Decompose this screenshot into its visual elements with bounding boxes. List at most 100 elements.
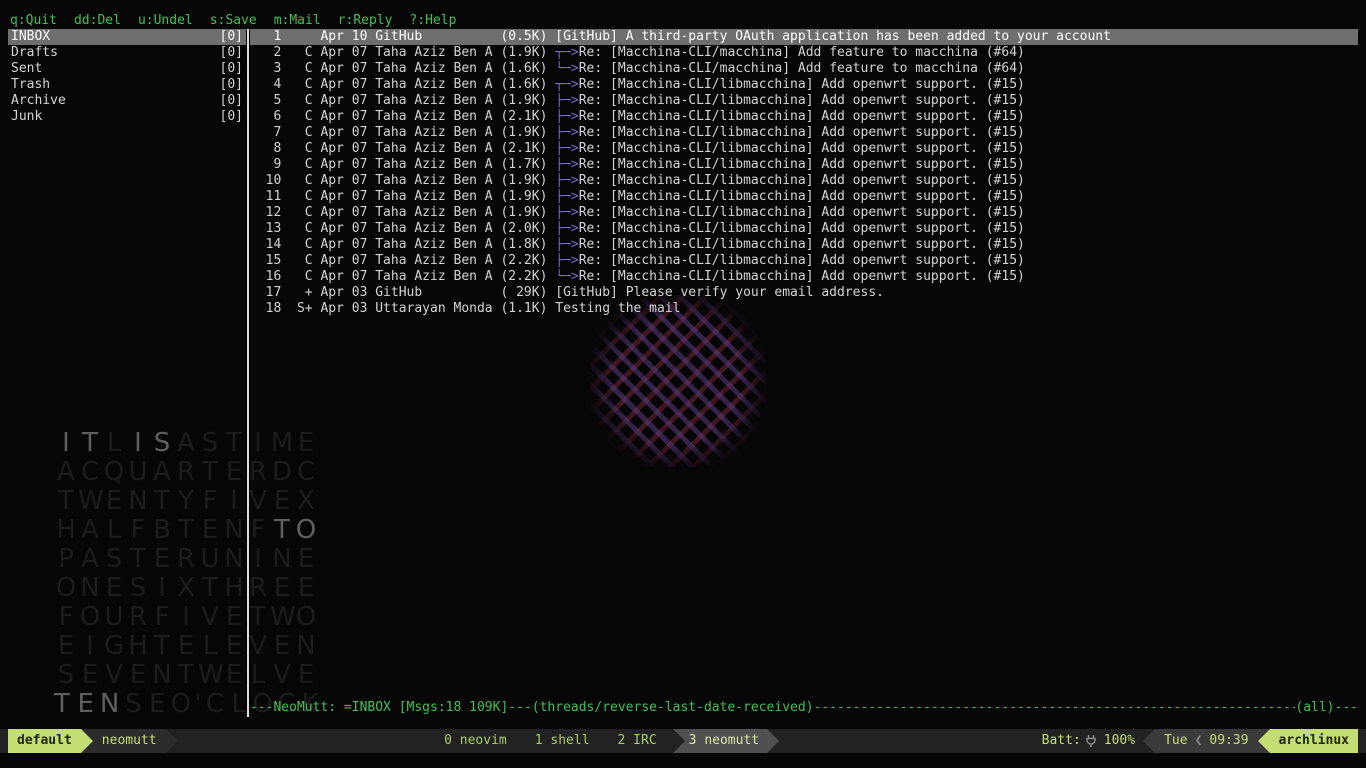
powerline-arrow (81, 729, 93, 753)
mailbox-label: Sent (11, 61, 42, 77)
mail-row[interactable]: 12 C Apr 07 Taha Aziz Ben A (1.9K) ├─>Re… (250, 205, 1358, 221)
mail-row[interactable]: 3 C Apr 07 Taha Aziz Ben A (1.6K) └─>Re:… (250, 61, 1358, 77)
sidebar-item-mailbox[interactable]: INBOX[0] (8, 29, 246, 45)
sidebar-divider (247, 29, 249, 717)
powerline-arrow (1258, 729, 1270, 753)
mail-row[interactable]: 5 C Apr 07 Taha Aziz Ben A (1.9K) ├─>Re:… (250, 93, 1358, 109)
thread-arrow: ├─> (555, 157, 578, 172)
sidebar-item-mailbox[interactable]: Junk[0] (8, 109, 246, 125)
mail-row[interactable]: 14 C Apr 07 Taha Aziz Ben A (1.8K) ├─>Re… (250, 237, 1358, 253)
menubar-hint: r:Reply (338, 13, 393, 29)
tmux-window-list: 0 neovim 1 shell 2 IRC 3 neomutt (178, 729, 1034, 753)
mail-subject: Re: [Macchina-CLI/libmacchina] Add openw… (579, 173, 1025, 188)
chevron-left-icon: ❮ (1195, 729, 1203, 753)
mail-row[interactable]: 6 C Apr 07 Taha Aziz Ben A (2.1K) ├─>Re:… (250, 109, 1358, 125)
menubar-hint: dd:Del (74, 13, 121, 29)
window-tab[interactable]: 0 neovim (440, 729, 511, 753)
mailbox-count: [0] (220, 93, 243, 109)
mailbox-label: INBOX (11, 29, 50, 45)
mail-row[interactable]: 4 C Apr 07 Taha Aziz Ben A (1.6K) ┬─>Re:… (250, 77, 1358, 93)
mail-row[interactable]: 17 + Apr 03 GitHub ( 29K) [GitHub] Pleas… (250, 285, 1358, 301)
mailbox-count: [0] (220, 77, 243, 93)
mail-row-meta: 3 C Apr 07 Taha Aziz Ben A (1.6K) (250, 61, 555, 76)
mail-row[interactable]: 11 C Apr 07 Taha Aziz Ben A (1.9K) ├─>Re… (250, 189, 1358, 205)
mail-row[interactable]: 10 C Apr 07 Taha Aziz Ben A (1.9K) ├─>Re… (250, 173, 1358, 189)
datetime-segment: Tue❮09:39 (1155, 729, 1257, 753)
thread-arrow: └─> (555, 61, 578, 76)
mail-subject: Re: [Macchina-CLI/libmacchina] Add openw… (579, 141, 1025, 156)
mail-subject: Re: [Macchina-CLI/libmacchina] Add openw… (579, 109, 1025, 124)
powerline-arrow (673, 729, 685, 753)
tmux-right-zone: Batt:100% Tue❮09:39 archlinux (1034, 729, 1358, 753)
mail-row-meta: 5 C Apr 07 Taha Aziz Ben A (1.9K) (250, 93, 555, 108)
battery-plug-icon (1085, 734, 1097, 748)
mail-row-meta: 2 C Apr 07 Taha Aziz Ben A (1.9K) (250, 45, 555, 60)
mail-row[interactable]: 15 C Apr 07 Taha Aziz Ben A (2.2K) ├─>Re… (250, 253, 1358, 269)
tmux-statusbar: default neomutt 0 neovim1 shell2 IRC3 ne… (0, 729, 1366, 753)
mail-row[interactable]: 9 C Apr 07 Taha Aziz Ben A (1.7K) ├─>Re:… (250, 157, 1358, 173)
menubar-hint: q:Quit (10, 13, 57, 29)
mail-row[interactable]: 2 C Apr 07 Taha Aziz Ben A (1.9K) ┬─>Re:… (250, 45, 1358, 61)
neomutt-statusline: ---NeoMutt: =INBOX [Msgs:18 109K]---(thr… (250, 700, 1358, 716)
window-tab[interactable]: 2 IRC (614, 729, 661, 753)
mail-subject: Re: [Macchina-CLI/libmacchina] Add openw… (579, 93, 1025, 108)
mail-subject: [GitHub] Please verify your email addres… (555, 285, 884, 300)
window-tab[interactable]: 1 shell (531, 729, 594, 753)
mail-subject: Re: [Macchina-CLI/libmacchina] Add openw… (579, 221, 1025, 236)
mailbox-sidebar: INBOX[0]Drafts[0]Sent[0]Trash[0]Archive[… (8, 29, 246, 125)
sidebar-item-mailbox[interactable]: Sent [0] (8, 61, 246, 77)
thread-arrow: └─> (555, 269, 578, 284)
window-tab-label: 2 IRC (614, 729, 661, 753)
thread-arrow: ├─> (555, 173, 578, 188)
thread-arrow: ├─> (555, 125, 578, 140)
mail-subject: Re: [Macchina-CLI/libmacchina] Add openw… (579, 205, 1025, 220)
mail-row[interactable]: 18 S+ Apr 03 Uttarayan Monda (1.1K) Test… (250, 301, 1358, 317)
mail-row-meta: 7 C Apr 07 Taha Aziz Ben A (1.9K) (250, 125, 555, 140)
thread-arrow: ├─> (555, 189, 578, 204)
session-badge[interactable]: default (8, 729, 81, 753)
window-tab-label: 0 neovim (440, 729, 511, 753)
mail-subject: Re: [Macchina-CLI/libmacchina] Add openw… (579, 77, 1025, 92)
neomutt-menubar: q:Quitdd:Delu:Undels:Savem:Mailr:Reply?:… (10, 13, 473, 29)
hostname-badge: archlinux (1270, 729, 1358, 753)
mailbox-count: [0] (220, 61, 243, 77)
sidebar-item-mailbox[interactable]: Archive[0] (8, 93, 246, 109)
mail-row-meta: 13 C Apr 07 Taha Aziz Ben A (2.0K) (250, 221, 555, 236)
battery-status: Batt:100% (1034, 729, 1143, 753)
mail-subject: Re: [Macchina-CLI/libmacchina] Add openw… (579, 269, 1025, 284)
mail-row-meta: 16 C Apr 07 Taha Aziz Ben A (2.2K) (250, 269, 555, 284)
powerline-arrow (166, 729, 178, 753)
mail-row-meta: 14 C Apr 07 Taha Aziz Ben A (1.8K) (250, 237, 555, 252)
mail-row[interactable]: 7 C Apr 07 Taha Aziz Ben A (1.9K) ├─>Re:… (250, 125, 1358, 141)
mail-subject: Testing the mail (555, 301, 680, 316)
thread-arrow: ├─> (555, 237, 578, 252)
mail-row-meta: 8 C Apr 07 Taha Aziz Ben A (2.1K) (250, 141, 555, 156)
mailbox-label: Drafts (11, 45, 58, 61)
mail-row[interactable]: 16 C Apr 07 Taha Aziz Ben A (2.2K) └─>Re… (250, 269, 1358, 285)
mail-subject: Re: [Macchina-CLI/libmacchina] Add openw… (579, 253, 1025, 268)
screen: ITLISASTIMEACQUARTERDCTWENTYFIVEXHALFBTE… (0, 0, 1366, 768)
sidebar-item-mailbox[interactable]: Drafts[0] (8, 45, 246, 61)
window-tab-label: 3 neomutt (685, 729, 767, 753)
mailbox-label: Trash (11, 77, 50, 93)
mail-row[interactable]: 13 C Apr 07 Taha Aziz Ben A (2.0K) ├─>Re… (250, 221, 1358, 237)
mailbox-label: Junk (11, 109, 42, 125)
sidebar-item-mailbox[interactable]: Trash [0] (8, 77, 246, 93)
mail-row-meta: 11 C Apr 07 Taha Aziz Ben A (1.9K) (250, 189, 555, 204)
menubar-hint: m:Mail (274, 13, 321, 29)
window-tab[interactable]: 3 neomutt (673, 729, 779, 753)
mail-subject: Re: [Macchina-CLI/libmacchina] Add openw… (579, 125, 1025, 140)
mail-row-meta: 6 C Apr 07 Taha Aziz Ben A (2.1K) (250, 109, 555, 124)
mail-row[interactable]: 1 Apr 10 GitHub (0.5K) [GitHub] A third-… (250, 29, 1358, 45)
statusline-info: ---NeoMutt: =INBOX [Msgs:18 109K]---(thr… (250, 700, 814, 716)
battery-label: Batt: (1042, 729, 1081, 753)
mail-row-meta: 17 + Apr 03 GitHub ( 29K) (250, 285, 555, 300)
thread-arrow: ├─> (555, 109, 578, 124)
day-label: Tue (1164, 729, 1187, 753)
thread-arrow: ┬─> (555, 45, 578, 60)
mail-row-meta: 12 C Apr 07 Taha Aziz Ben A (1.9K) (250, 205, 555, 220)
statusline-limit: (all)--- (1295, 700, 1358, 716)
mail-row-meta: 18 S+ Apr 03 Uttarayan Monda (1.1K) (250, 301, 555, 316)
mail-row[interactable]: 8 C Apr 07 Taha Aziz Ben A (2.1K) ├─>Re:… (250, 141, 1358, 157)
menubar-hint: u:Undel (138, 13, 193, 29)
